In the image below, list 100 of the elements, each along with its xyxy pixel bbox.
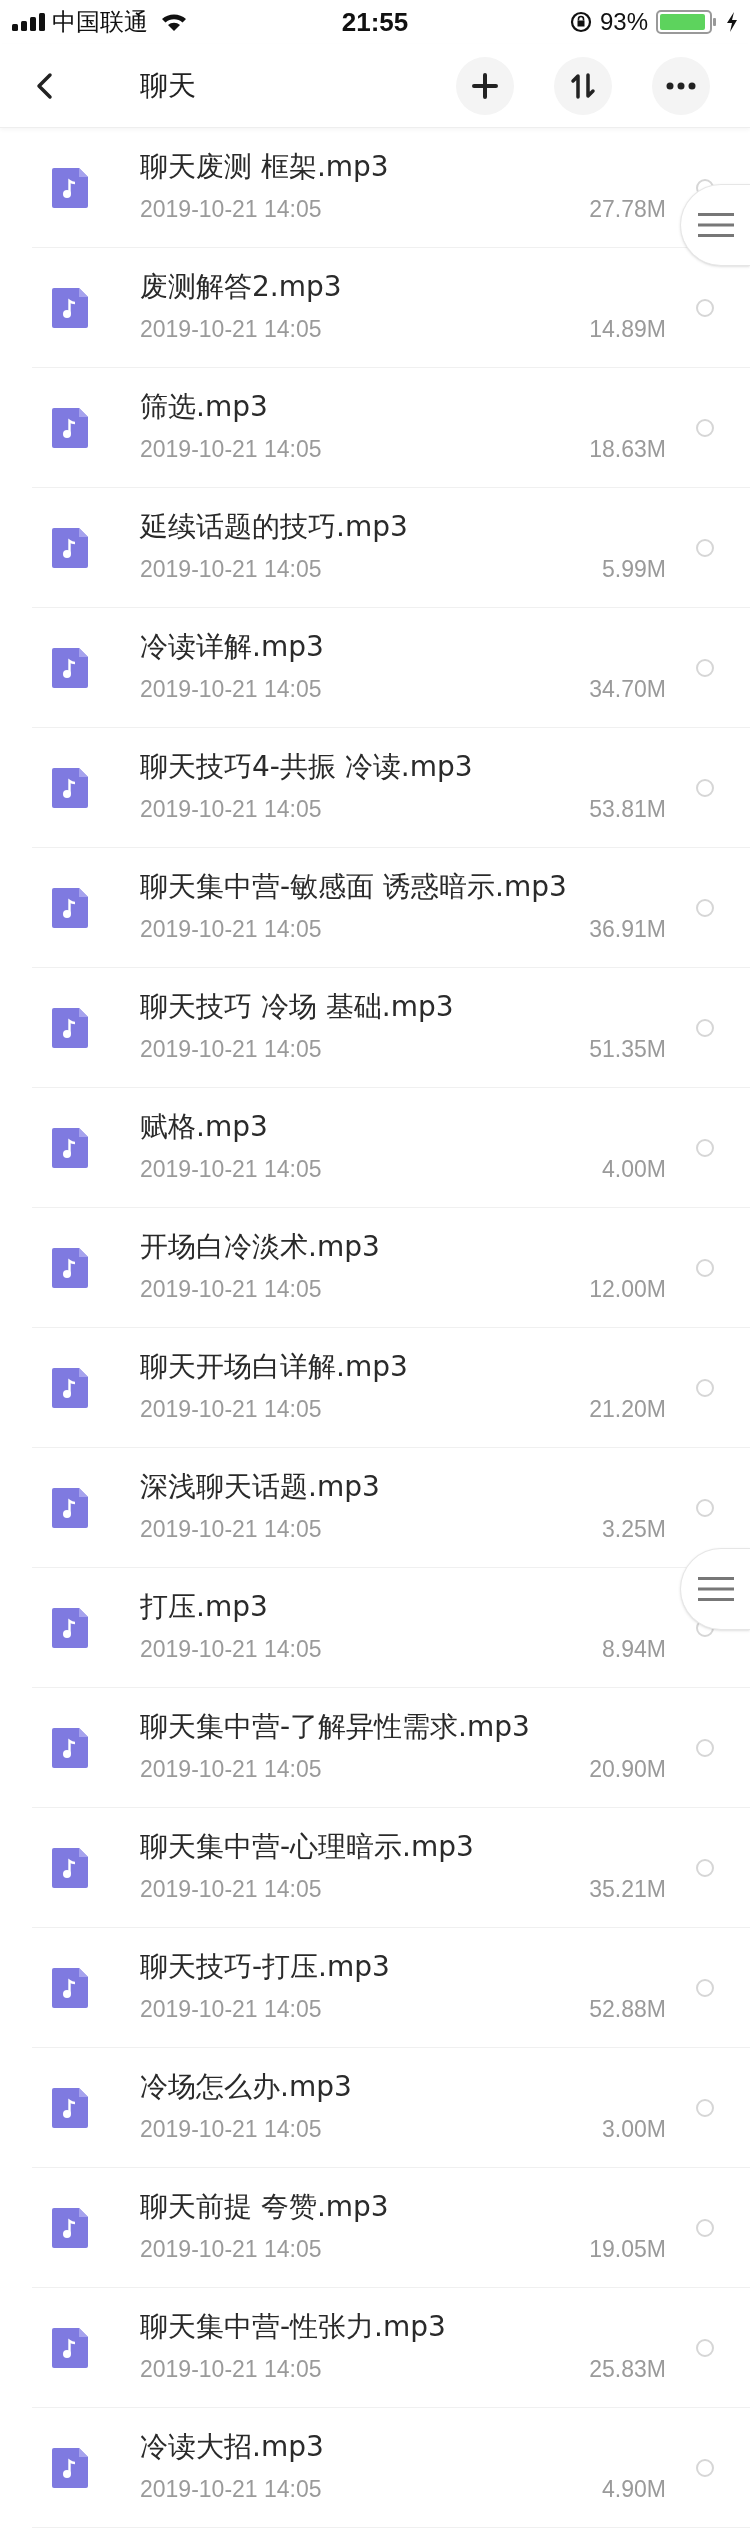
signal-icon (12, 13, 46, 31)
select-radio[interactable] (696, 658, 714, 677)
file-date: 2019-10-21 14:05 (140, 1515, 322, 1545)
file-name: 筛选.mp3 (140, 389, 269, 426)
audio-file-icon (52, 1727, 88, 1768)
audio-file-icon (52, 1847, 88, 1888)
floating-menu-handle[interactable] (680, 1548, 750, 1630)
file-size: 19.05M (589, 2235, 666, 2265)
menu-icon (697, 211, 734, 239)
file-name: 聊天开场白详解.mp3 (140, 1349, 409, 1386)
file-size: 25.83M (589, 2355, 666, 2385)
select-radio[interactable] (696, 538, 714, 557)
file-name: 聊天集中营-敏感面 诱惑暗示.mp3 (140, 869, 568, 906)
audio-file-icon (52, 287, 88, 328)
select-radio[interactable] (696, 2098, 714, 2117)
file-size: 12.00M (589, 1275, 666, 1305)
file-row[interactable]: 聊天前提 夸赞.mp3 2019-10-21 14:05 19.05M (32, 2168, 750, 2288)
file-date: 2019-10-21 14:05 (140, 2475, 322, 2505)
file-date: 2019-10-21 14:05 (140, 2355, 322, 2385)
file-name: 延续话题的技巧.mp3 (140, 509, 409, 546)
file-size: 4.00M (602, 1155, 666, 1185)
file-size: 3.25M (602, 1515, 666, 1545)
battery-icon (656, 10, 718, 34)
file-date: 2019-10-21 14:05 (140, 1395, 322, 1425)
page-title: 聊天 (140, 67, 196, 104)
audio-file-icon (52, 1367, 88, 1408)
file-row[interactable]: 聊天集中营-了解异性需求.mp3 2019-10-21 14:05 20.90M (32, 1688, 750, 1808)
select-radio[interactable] (696, 1378, 714, 1397)
file-row[interactable]: 聊天技巧-打压.mp3 2019-10-21 14:05 52.88M (32, 1928, 750, 2048)
select-radio[interactable] (696, 2218, 714, 2237)
select-radio[interactable] (696, 1018, 714, 1037)
file-row[interactable]: 聊天集中营-性张力.mp3 2019-10-21 14:05 25.83M (32, 2288, 750, 2408)
file-name: 聊天技巧-打压.mp3 (140, 1949, 391, 1986)
file-size: 21.20M (589, 1395, 666, 1425)
select-radio[interactable] (696, 418, 714, 437)
file-date: 2019-10-21 14:05 (140, 195, 322, 225)
file-size: 52.88M (589, 1995, 666, 2025)
battery-percent: 93% (599, 7, 648, 37)
wifi-icon (160, 12, 188, 32)
select-radio[interactable] (696, 298, 714, 317)
file-size: 36.91M (589, 915, 666, 945)
file-row[interactable]: 聊天技巧 冷场 基础.mp3 2019-10-21 14:05 51.35M (32, 968, 750, 1088)
audio-file-icon (52, 2207, 88, 2248)
select-radio[interactable] (696, 1498, 714, 1517)
file-size: 5.99M (602, 555, 666, 585)
file-name: 深浅聊天话题.mp3 (140, 1469, 381, 1506)
file-row[interactable]: 冷读大招.mp3 2019-10-21 14:05 4.90M (32, 2408, 750, 2528)
file-name: 赋格.mp3 (140, 1109, 269, 1146)
file-row[interactable]: 聊天开场白详解.mp3 2019-10-21 14:05 21.20M (32, 1328, 750, 1448)
audio-file-icon (52, 527, 88, 568)
select-radio[interactable] (696, 1978, 714, 1997)
select-radio[interactable] (696, 1258, 714, 1277)
file-date: 2019-10-21 14:05 (140, 795, 322, 825)
file-name: 冷读大招.mp3 (140, 2429, 325, 2466)
file-name: 聊天集中营-了解异性需求.mp3 (140, 1709, 531, 1746)
audio-file-icon (52, 2447, 88, 2488)
file-size: 18.63M (589, 435, 666, 465)
file-name: 开场白冷淡术.mp3 (140, 1229, 381, 1266)
select-radio[interactable] (696, 1858, 714, 1877)
select-radio[interactable] (696, 2338, 714, 2357)
select-radio[interactable] (696, 1138, 714, 1157)
select-radio[interactable] (696, 1738, 714, 1757)
file-row[interactable]: 冷场怎么办.mp3 2019-10-21 14:05 3.00M (32, 2048, 750, 2168)
file-date: 2019-10-21 14:05 (140, 915, 322, 945)
audio-file-icon (52, 1967, 88, 2008)
file-name: 聊天废测 框架.mp3 (140, 149, 390, 186)
file-date: 2019-10-21 14:05 (140, 555, 322, 585)
file-row[interactable]: 冷读详解.mp3 2019-10-21 14:05 34.70M (32, 608, 750, 728)
file-row[interactable]: 开场白冷淡术.mp3 2019-10-21 14:05 12.00M (32, 1208, 750, 1328)
carrier-name: 中国联通 (52, 7, 148, 38)
file-size: 8.94M (602, 1635, 666, 1665)
select-radio[interactable] (696, 898, 714, 917)
file-size: 27.78M (589, 195, 666, 225)
select-radio[interactable] (696, 778, 714, 797)
file-row[interactable]: 筛选.mp3 2019-10-21 14:05 18.63M (32, 368, 750, 488)
file-date: 2019-10-21 14:05 (140, 2115, 322, 2145)
file-size: 34.70M (589, 675, 666, 705)
file-date: 2019-10-21 14:05 (140, 315, 322, 345)
file-date: 2019-10-21 14:05 (140, 1275, 322, 1305)
file-name: 废测解答2.mp3 (140, 269, 343, 306)
file-row[interactable]: 聊天集中营-敏感面 诱惑暗示.mp3 2019-10-21 14:05 36.91M (32, 848, 750, 968)
audio-file-icon (52, 1007, 88, 1048)
file-size: 51.35M (589, 1035, 666, 1065)
audio-file-icon (52, 1607, 88, 1648)
floating-menu-handle[interactable] (680, 184, 750, 266)
plus-icon (472, 72, 498, 99)
file-date: 2019-10-21 14:05 (140, 435, 322, 465)
file-row[interactable]: 聊天技巧4-共振 冷读.mp3 2019-10-21 14:05 53.81M (32, 728, 750, 848)
audio-file-icon (52, 887, 88, 928)
file-row[interactable]: 赋格.mp3 2019-10-21 14:05 4.00M (32, 1088, 750, 1208)
file-date: 2019-10-21 14:05 (140, 2235, 322, 2265)
file-size: 14.89M (589, 315, 666, 345)
file-row[interactable]: 聊天集中营-心理暗示.mp3 2019-10-21 14:05 35.21M (32, 1808, 750, 1928)
file-row[interactable]: 延续话题的技巧.mp3 2019-10-21 14:05 5.99M (32, 488, 750, 608)
file-date: 2019-10-21 14:05 (140, 1995, 322, 2025)
file-name: 聊天集中营-性张力.mp3 (140, 2309, 447, 2346)
file-name: 聊天前提 夸赞.mp3 (140, 2189, 390, 2226)
file-name: 冷读详解.mp3 (140, 629, 325, 666)
more-icon (666, 81, 696, 90)
select-radio[interactable] (696, 2458, 714, 2477)
